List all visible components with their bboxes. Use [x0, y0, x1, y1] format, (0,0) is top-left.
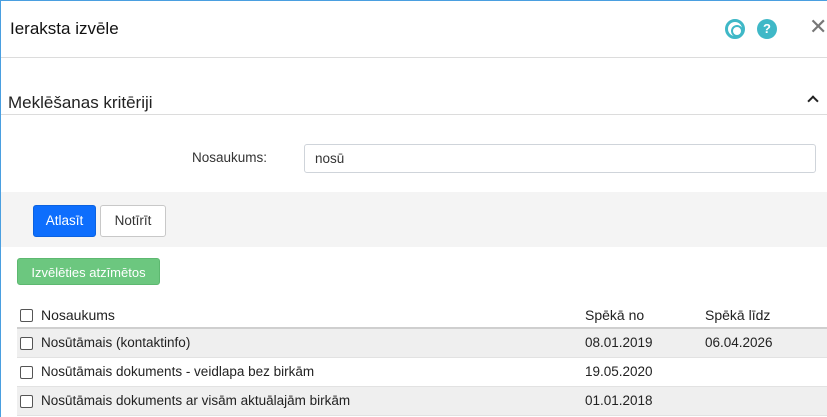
search-criteria-header[interactable]: Meklēšanas kritēriji [1, 85, 827, 115]
column-header-valid-to[interactable]: Spēkā līdz [705, 307, 770, 323]
record-select-dialog: Ieraksta izvēle ? ✕ Meklēšanas kritēriji… [0, 0, 827, 417]
row-valid-to: 06.04.2026 [705, 335, 773, 350]
close-icon[interactable]: ✕ [809, 16, 827, 38]
row-valid-from: 01.01.2018 [585, 393, 653, 408]
column-header-valid-from[interactable]: Spēkā no [585, 307, 644, 323]
select-marked-button[interactable]: Izvēlēties atzīmētos [17, 258, 160, 285]
action-bar: Atlasīt Notīrīt [1, 192, 827, 247]
chevron-up-icon[interactable] [807, 95, 819, 107]
help-icon[interactable]: ? [757, 19, 777, 39]
search-criteria-title: Meklēšanas kritēriji [8, 93, 153, 112]
row-checkbox[interactable] [20, 366, 33, 379]
clear-button[interactable]: Notīrīt [100, 205, 166, 237]
name-input[interactable] [304, 144, 816, 173]
dialog-title: Ieraksta izvēle [10, 19, 119, 38]
name-field-label: Nosaukums: [192, 150, 268, 165]
table-row[interactable]: Nosūtāmais dokuments - veidlapa bez birk… [17, 358, 827, 387]
row-name: Nosūtāmais dokuments - veidlapa bez birk… [41, 364, 315, 379]
table-header-row: Nosaukums Spēkā no Spēkā līdz [17, 301, 827, 329]
table-row[interactable]: Nosūtāmais (kontaktinfo) 08.01.2019 06.0… [17, 329, 827, 358]
row-valid-from: 08.01.2019 [585, 335, 653, 350]
results-table: Nosaukums Spēkā no Spēkā līdz Nosūtāmais… [17, 301, 827, 416]
table-row[interactable]: Nosūtāmais dokuments ar visām aktuālajām… [17, 387, 827, 416]
row-checkbox[interactable] [20, 337, 33, 350]
column-header-name[interactable]: Nosaukums [41, 307, 115, 323]
row-name: Nosūtāmais (kontaktinfo) [41, 335, 191, 350]
row-valid-from: 19.05.2020 [585, 364, 653, 379]
row-name: Nosūtāmais dokuments ar visām aktuālajām… [41, 393, 351, 408]
lifebuoy-icon[interactable] [725, 19, 745, 39]
search-button[interactable]: Atlasīt [33, 205, 96, 237]
select-all-checkbox[interactable] [20, 309, 33, 322]
dialog-titlebar: Ieraksta izvēle ? ✕ [1, 1, 827, 58]
row-checkbox[interactable] [20, 395, 33, 408]
